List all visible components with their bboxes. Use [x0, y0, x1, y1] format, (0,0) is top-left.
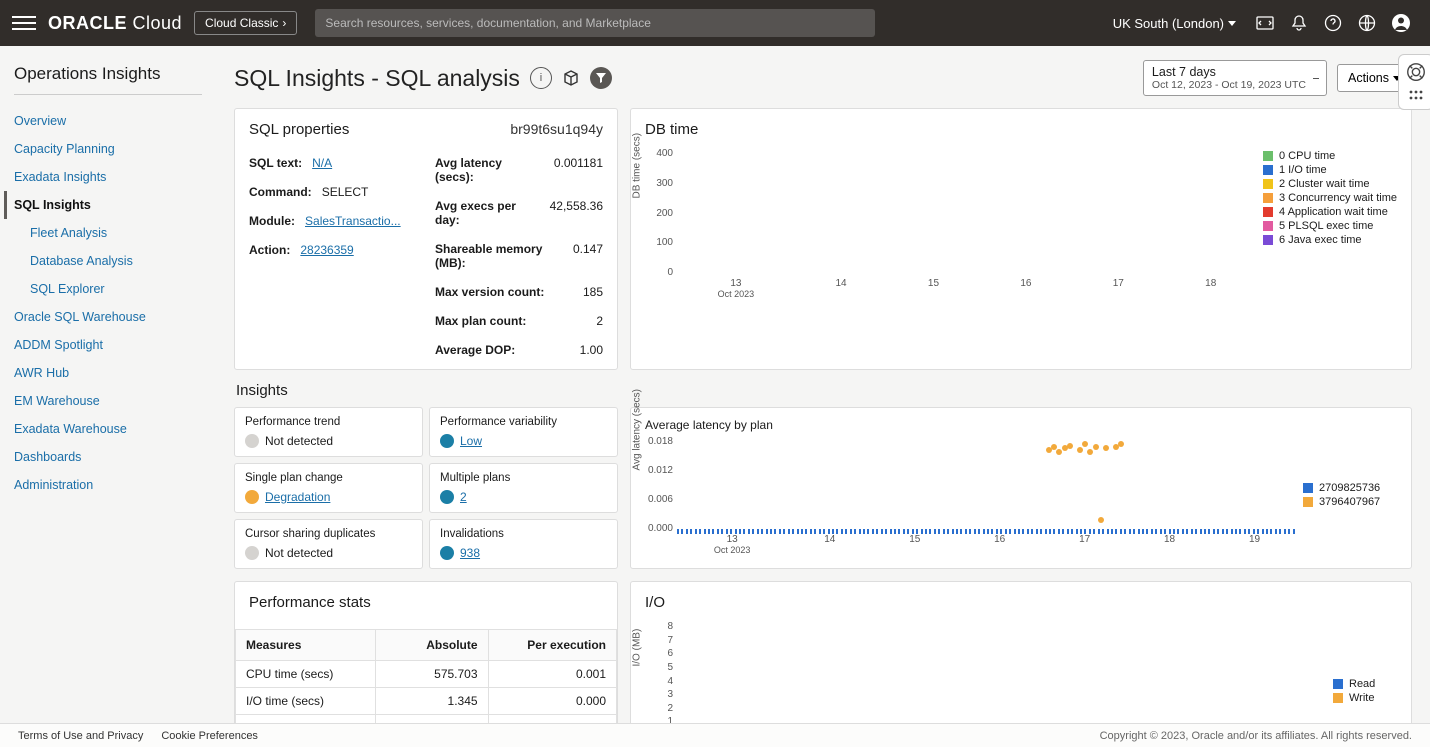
table-row: CPU time (secs)575.7030.001 [236, 661, 617, 688]
sidebar-item-awr-hub[interactable]: AWR Hub [14, 359, 202, 387]
legend-item: Read [1333, 678, 1397, 690]
sidebar-item-overview[interactable]: Overview [14, 107, 202, 135]
latency-card: Average latency by plan Avg latency (sec… [630, 407, 1412, 569]
terms-link[interactable]: Terms of Use and Privacy [18, 730, 143, 742]
footer: Terms of Use and Privacy Cookie Preferen… [0, 723, 1430, 747]
legend-item: 3 Concurrency wait time [1263, 192, 1397, 204]
sidebar-item-em-warehouse[interactable]: EM Warehouse [14, 387, 202, 415]
filter-icon[interactable] [590, 67, 612, 89]
sidebar-title: Operations Insights [14, 64, 202, 84]
legend-item: 3796407967 [1303, 496, 1397, 508]
perf-stats-heading: Performance stats [235, 582, 617, 619]
sidebar-item-capacity-planning[interactable]: Capacity Planning [14, 135, 202, 163]
sidebar-item-fleet-analysis[interactable]: Fleet Analysis [14, 219, 202, 247]
insights-heading: Insights [236, 382, 1412, 399]
perf-stats-card: Performance stats MeasuresAbsolutePer ex… [234, 581, 618, 723]
top-bar: ORACLE Cloud Cloud Classic› UK South (Lo… [0, 0, 1430, 46]
action-link[interactable]: 28236359 [300, 243, 353, 257]
io-heading: I/O [645, 594, 1397, 611]
cube-icon[interactable] [560, 67, 582, 89]
module-link[interactable]: SalesTransactio... [305, 214, 401, 228]
sql-id: br99t6su1q94y [510, 121, 603, 137]
legend-item: Write [1333, 692, 1397, 704]
table-row: I/O time (secs)1.3450.000 [236, 688, 617, 715]
insight-perf-trend: Performance trendNot detected [234, 407, 423, 457]
cloud-classic-button[interactable]: Cloud Classic› [194, 11, 297, 35]
sidebar-item-sql-insights[interactable]: SQL Insights [4, 191, 202, 219]
content: SQL Insights - SQL analysis i Last 7 day… [216, 46, 1430, 723]
sidebar-item-addm-spotlight[interactable]: ADDM Spotlight [14, 331, 202, 359]
info-icon[interactable]: i [530, 67, 552, 89]
legend-item: 5 PLSQL exec time [1263, 220, 1397, 232]
notifications-icon[interactable] [1289, 13, 1309, 33]
legend-item: 1 I/O time [1263, 164, 1397, 176]
sidebar-item-exadata-warehouse[interactable]: Exadata Warehouse [14, 415, 202, 443]
sql-properties-card: SQL properties br99t6su1q94y SQL text: N… [234, 108, 618, 370]
legend-item: 6 Java exec time [1263, 234, 1397, 246]
help-floater[interactable] [1398, 54, 1430, 110]
dbtime-card: DB time DB time (secs) 400300200100013Oc… [630, 108, 1412, 370]
insight-single-plan: Single plan changeDegradation [234, 463, 423, 513]
copyright: Copyright © 2023, Oracle and/or its affi… [1100, 730, 1412, 742]
sql-text-link[interactable]: N/A [312, 156, 332, 170]
legend-item: 4 Application wait time [1263, 206, 1397, 218]
chevron-right-icon: › [282, 16, 286, 30]
time-range-selector[interactable]: Last 7 days Oct 12, 2023 - Oct 19, 2023 … [1143, 60, 1327, 96]
region-selector[interactable]: UK South (London) [1113, 16, 1236, 31]
legend-item: 2709825736 [1303, 482, 1397, 494]
help-icon[interactable] [1323, 13, 1343, 33]
dbtime-heading: DB time [645, 121, 1397, 138]
life-ring-icon [1405, 61, 1427, 83]
legend-item: 0 CPU time [1263, 150, 1397, 162]
insight-multiple-plans: Multiple plans2 [429, 463, 618, 513]
sidebar-item-sql-explorer[interactable]: SQL Explorer [14, 275, 202, 303]
search-input[interactable] [315, 9, 875, 37]
menu-icon[interactable] [12, 11, 36, 35]
io-card: I/O I/O (MB) 87654321013Oct 202314151617… [630, 581, 1412, 723]
oracle-logo: ORACLE Cloud [48, 13, 182, 34]
dev-tools-icon[interactable] [1255, 13, 1275, 33]
chevron-down-icon [1228, 21, 1236, 26]
insight-perf-variability: Performance variabilityLow [429, 407, 618, 457]
cookie-link[interactable]: Cookie Preferences [161, 730, 258, 742]
insight-invalidations: Invalidations938 [429, 519, 618, 569]
sidebar-item-exadata-insights[interactable]: Exadata Insights [14, 163, 202, 191]
table-row: DB time (secs)703.3920.001 [236, 715, 617, 724]
sql-properties-heading: SQL properties [249, 121, 349, 138]
sidebar-item-administration[interactable]: Administration [14, 471, 202, 499]
legend-item: 2 Cluster wait time [1263, 178, 1397, 190]
insight-cursor-sharing: Cursor sharing duplicatesNot detected [234, 519, 423, 569]
grid-dots-icon [1408, 87, 1424, 103]
sidebar-item-oracle-sql-warehouse[interactable]: Oracle SQL Warehouse [14, 303, 202, 331]
sidebar-item-database-analysis[interactable]: Database Analysis [14, 247, 202, 275]
user-avatar-icon[interactable] [1391, 13, 1411, 33]
sidebar: Operations Insights OverviewCapacity Pla… [0, 46, 216, 723]
page-title: SQL Insights - SQL analysis [234, 65, 520, 92]
globe-icon[interactable] [1357, 13, 1377, 33]
sidebar-item-dashboards[interactable]: Dashboards [14, 443, 202, 471]
insights-grid: Performance trendNot detected Performanc… [234, 407, 618, 569]
